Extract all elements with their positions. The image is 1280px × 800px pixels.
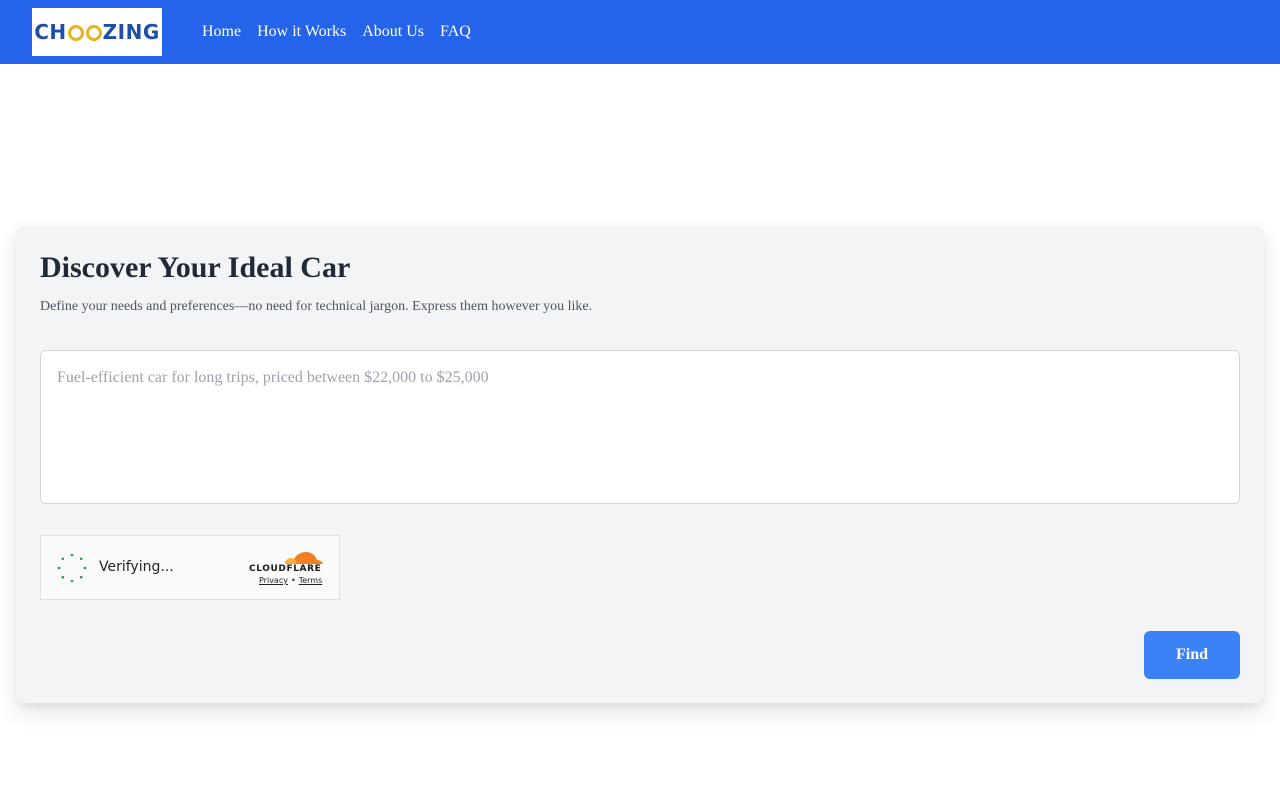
loading-spinner-icon [57,553,87,583]
link-separator: • [290,576,296,585]
cloudflare-wordmark: CLOUDFLARE [249,564,322,574]
choozing-logo[interactable]: CH ZING [32,8,162,56]
verifying-status: Verifying... [99,559,174,575]
page-subtitle: Define your needs and preferences—no nee… [40,299,593,314]
nav-link-faq[interactable]: FAQ [440,23,471,41]
cloudflare-turnstile-widget[interactable]: Verifying... CLOUDFLARE Privacy • Terms [40,535,340,600]
logo-ring-icon [67,25,84,41]
nav-link-how-it-works[interactable]: How it Works [257,23,346,41]
find-button[interactable]: Find [1144,631,1240,679]
nav-links: Home How it Works About Us FAQ [202,0,487,64]
top-navbar: CH ZING Home How it Works About Us FAQ [0,0,1280,64]
privacy-link[interactable]: Privacy [259,576,288,585]
car-search-card: Discover Your Ideal Car Define your need… [16,226,1264,703]
page-title: Discover Your Ideal Car [40,251,351,284]
car-needs-textarea[interactable] [40,350,1240,504]
nav-link-about-us[interactable]: About Us [362,23,424,41]
terms-link[interactable]: Terms [299,576,323,585]
logo-ring-icon [85,25,102,41]
nav-link-home[interactable]: Home [202,23,241,41]
cloudflare-links: Privacy • Terms [259,576,322,585]
